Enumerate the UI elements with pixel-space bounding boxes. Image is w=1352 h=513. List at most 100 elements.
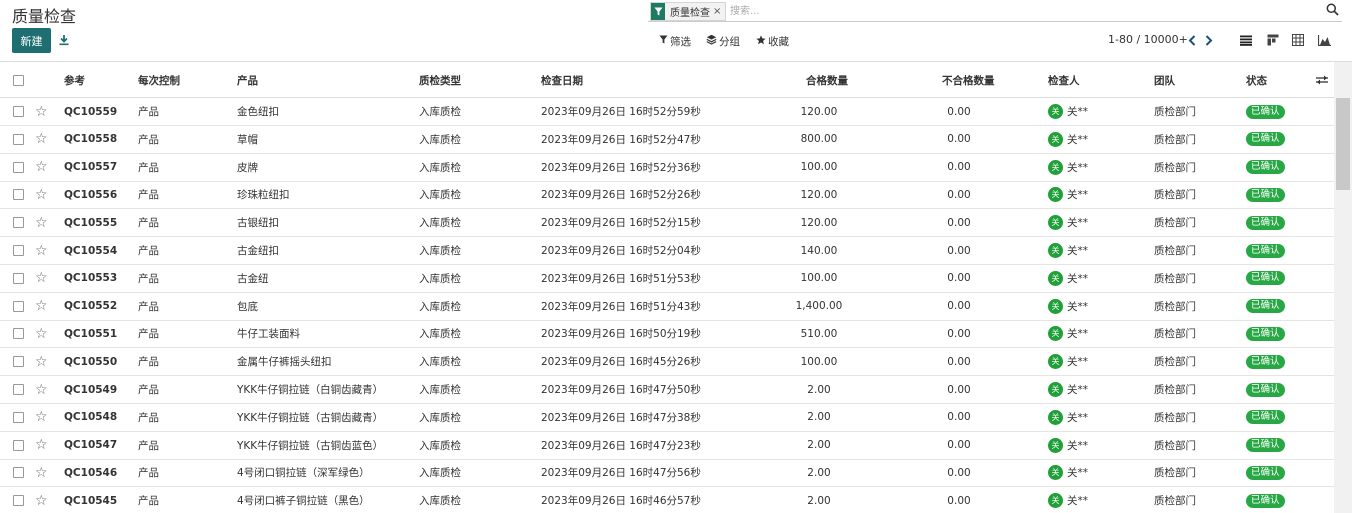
kanban-view-icon[interactable] <box>1264 32 1282 48</box>
table-row[interactable]: ☆ QC10549 产品 YKK牛仔铜拉链（白铜齿藏青） 入库质检 2023年09月26日… <box>0 376 1334 404</box>
select-all-checkbox[interactable] <box>13 62 24 98</box>
team-cell: 质检部门 <box>1154 189 1196 202</box>
row-checkbox[interactable] <box>13 376 24 403</box>
table-row[interactable]: ☆ QC10550 产品 金属牛仔裤摇头纽扣 入库质检 2023年09月26日 16时45… <box>0 348 1334 377</box>
star-icon[interactable]: ☆ <box>35 376 48 403</box>
facet-remove-button[interactable]: × <box>713 6 725 17</box>
avatar: 关 <box>1048 215 1063 231</box>
column-team[interactable]: 团队 <box>1154 62 1175 98</box>
table-row[interactable]: ☆ QC10546 产品 4号闭口铜拉链（深军绿色） 入库质检 2023年09月26日 1… <box>0 459 1334 488</box>
row-checkbox[interactable] <box>13 459 24 486</box>
star-icon[interactable]: ☆ <box>35 293 48 320</box>
date-cell: 2023年09月26日 16时45分26秒 <box>541 356 701 369</box>
scrollbar[interactable] <box>1334 62 1352 513</box>
qc-type-cell: 入库质检 <box>419 384 461 396</box>
product-cell: 金属牛仔裤摇头纽扣 <box>237 356 332 369</box>
status-cell: 已确认 <box>1246 265 1285 292</box>
star-icon[interactable]: ☆ <box>35 181 48 208</box>
column-qc-type[interactable]: 质检类型 <box>419 62 461 98</box>
chevron-left-icon[interactable] <box>1186 32 1198 48</box>
column-qty-fail[interactable]: 不合格数量 <box>942 62 995 98</box>
row-checkbox[interactable] <box>13 181 24 208</box>
table-row[interactable]: ☆ QC10556 产品 珍珠粒纽扣 入库质检 2023年09月26日 16时52分26秒… <box>0 181 1334 210</box>
inspector-name: 关** <box>1067 106 1088 118</box>
table-row[interactable]: ☆ QC10545 产品 4号闭口裤子铜拉链（黑色） 入库质检 2023年09月26日 1… <box>0 487 1334 513</box>
star-icon[interactable]: ☆ <box>35 432 48 459</box>
star-icon[interactable]: ☆ <box>35 404 48 431</box>
table-row[interactable]: ☆ QC10548 产品 YKK牛仔铜拉链（古铜齿藏青） 入库质检 2023年09月26日… <box>0 404 1334 432</box>
row-checkbox[interactable] <box>13 209 24 236</box>
reference-cell: QC10549 <box>64 383 118 396</box>
column-date[interactable]: 检查日期 <box>541 62 583 98</box>
status-badge: 已确认 <box>1246 438 1285 453</box>
facet-label: 质量检查 <box>670 8 710 19</box>
status-cell: 已确认 <box>1246 348 1285 375</box>
inspector-cell: 关关** <box>1048 181 1088 208</box>
favorites-button[interactable]: 收藏 <box>756 33 789 49</box>
table-row[interactable]: ☆ QC10558 产品 草帽 入库质检 2023年09月26日 16时52分47秒 800… <box>0 126 1334 154</box>
list-view-icon[interactable] <box>1237 32 1255 48</box>
qty-ok-cell: 2.00 <box>807 466 831 479</box>
inspector-name: 关** <box>1067 217 1088 230</box>
graph-view-icon[interactable] <box>1315 32 1333 48</box>
search-input[interactable] <box>730 3 1250 19</box>
product-cell: 珍珠粒纽扣 <box>237 189 290 202</box>
column-inspector[interactable]: 检查人 <box>1048 62 1080 98</box>
row-checkbox[interactable] <box>13 154 24 181</box>
star-icon[interactable]: ☆ <box>35 487 48 513</box>
row-checkbox[interactable] <box>13 293 24 320</box>
star-icon[interactable]: ☆ <box>35 459 48 486</box>
table-row[interactable]: ☆ QC10547 产品 YKK牛仔铜拉链（古铜齿蓝色） 入库质检 2023年09月26日… <box>0 432 1334 460</box>
row-checkbox[interactable] <box>13 98 24 125</box>
star-icon[interactable]: ☆ <box>35 348 48 375</box>
optional-columns-icon[interactable] <box>1316 62 1328 98</box>
download-icon[interactable] <box>56 31 72 49</box>
team-cell: 质检部门 <box>1154 217 1196 230</box>
inspector-name: 关** <box>1067 467 1088 480</box>
star-icon[interactable]: ☆ <box>35 320 48 347</box>
table-row[interactable]: ☆ QC10552 产品 包底 入库质检 2023年09月26日 16时51分43秒 1,4… <box>0 293 1334 321</box>
star-icon[interactable]: ☆ <box>35 126 48 153</box>
table-row[interactable]: ☆ QC10559 产品 金色纽扣 入库质检 2023年09月26日 16时52分59秒 1… <box>0 98 1334 126</box>
star-icon[interactable]: ☆ <box>35 98 48 125</box>
column-product[interactable]: 产品 <box>237 62 258 98</box>
inspector-name: 关** <box>1067 133 1088 146</box>
pager-value[interactable]: 1-80 / 10000+ <box>1108 33 1188 46</box>
pivot-view-icon[interactable] <box>1289 32 1307 48</box>
star-icon[interactable]: ☆ <box>35 265 48 292</box>
row-checkbox[interactable] <box>13 237 24 264</box>
qc-type-cell: 入库质检 <box>419 161 461 174</box>
row-checkbox[interactable] <box>13 432 24 459</box>
control-cell: 产品 <box>138 106 159 118</box>
inspector-cell: 关关** <box>1048 293 1088 320</box>
column-qty-ok[interactable]: 合格数量 <box>806 62 848 98</box>
row-checkbox[interactable] <box>13 320 24 347</box>
star-icon[interactable]: ☆ <box>35 154 48 181</box>
row-checkbox[interactable] <box>13 404 24 431</box>
filter-menu-button[interactable]: 筛选 <box>659 33 691 49</box>
scrollbar-thumb[interactable] <box>1336 98 1350 190</box>
star-icon[interactable]: ☆ <box>35 237 48 264</box>
chevron-right-icon[interactable] <box>1203 32 1215 48</box>
avatar: 关 <box>1048 298 1063 314</box>
row-checkbox[interactable] <box>13 126 24 153</box>
column-reference[interactable]: 参考 <box>64 62 85 98</box>
table-row[interactable]: ☆ QC10555 产品 古银纽扣 入库质检 2023年09月26日 16时52分15秒 1… <box>0 209 1334 238</box>
star-icon[interactable]: ☆ <box>35 209 48 236</box>
column-status[interactable]: 状态 <box>1246 62 1267 98</box>
new-button[interactable]: 新建 <box>12 28 51 53</box>
table-row[interactable]: ☆ QC10553 产品 古金纽 入库质检 2023年09月26日 16时51分53秒 10… <box>0 265 1334 293</box>
table-row[interactable]: ☆ QC10551 产品 牛仔工装面料 入库质检 2023年09月26日 16时50分19… <box>0 320 1334 349</box>
column-control[interactable]: 每次控制 <box>138 62 180 98</box>
reference-cell: QC10550 <box>64 355 118 368</box>
control-panel: 质量检查 新建 质量检查 × 筛选 分组 收藏 1-80 / 10000+ <box>0 0 1352 62</box>
product-cell: YKK牛仔铜拉链（古铜齿蓝色） <box>237 439 384 452</box>
row-checkbox[interactable] <box>13 487 24 513</box>
table-row[interactable]: ☆ QC10554 产品 古金纽扣 入库质检 2023年09月26日 16时52分04秒 1… <box>0 237 1334 265</box>
search-icon[interactable] <box>1326 3 1340 17</box>
table-row[interactable]: ☆ QC10557 产品 皮牌 入库质检 2023年09月26日 16时52分36秒 100… <box>0 154 1334 182</box>
row-checkbox[interactable] <box>13 265 24 292</box>
inspector-name: 关** <box>1067 189 1088 202</box>
row-checkbox[interactable] <box>13 348 24 375</box>
group-by-button[interactable]: 分组 <box>706 33 740 49</box>
